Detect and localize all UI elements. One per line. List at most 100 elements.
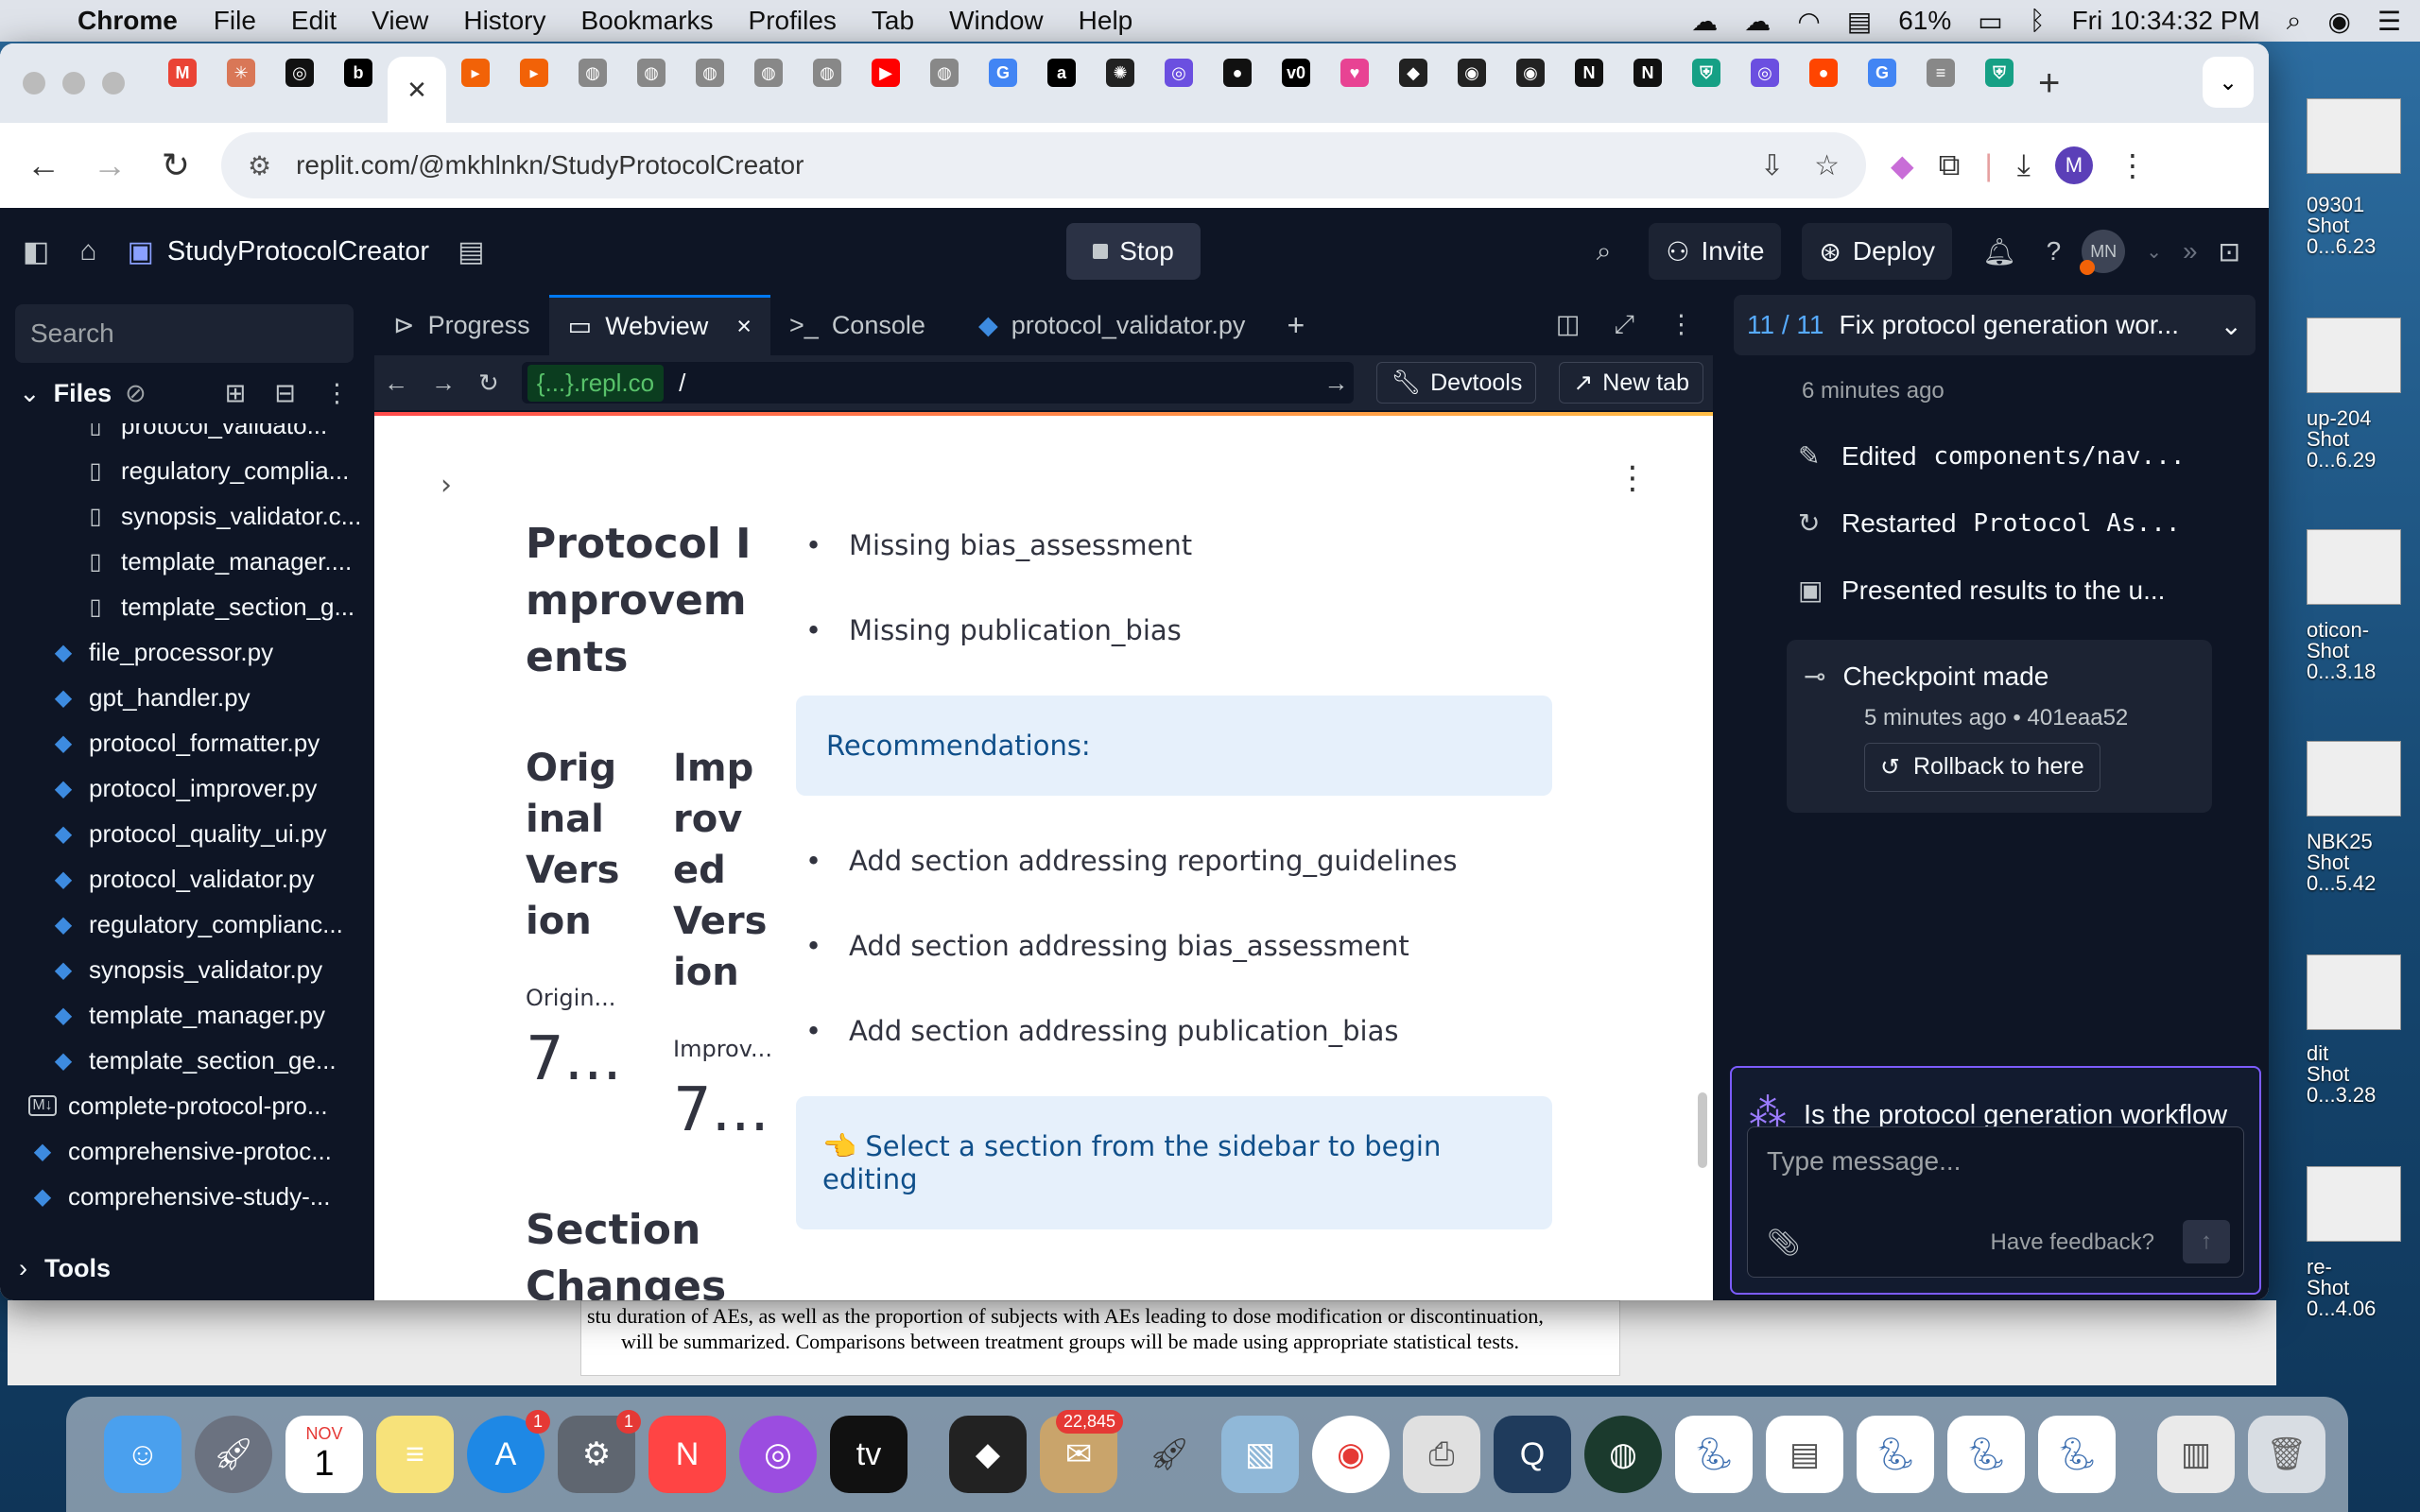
menu-view[interactable]: View	[372, 6, 428, 36]
printer-icon[interactable]: ⎙	[1403, 1416, 1480, 1493]
quicktime-icon[interactable]: Q	[1494, 1416, 1571, 1493]
new-chat-icon[interactable]: ⊡	[2219, 236, 2240, 267]
devtools-button[interactable]: 🔧︎ Devtools	[1376, 362, 1537, 404]
browser-tab[interactable]: M	[153, 43, 212, 102]
browser-tab[interactable]: ◎	[1150, 43, 1208, 102]
new-tab-button[interactable]: ↗ New tab	[1559, 362, 1703, 404]
news-icon[interactable]: N	[648, 1416, 726, 1493]
menu-help[interactable]: Help	[1079, 6, 1133, 36]
system-settings-icon[interactable]: ⚙ 1	[558, 1410, 641, 1493]
file-tree-item[interactable]: ▯ template_manager....	[0, 539, 369, 584]
browser-tab[interactable]: ▸	[446, 43, 505, 102]
file-tree-item[interactable]: ◆ protocol_improver.py	[0, 765, 369, 811]
chrome-menu-icon[interactable]: ⋮	[2118, 147, 2148, 183]
desktop-file-label[interactable]: 09301 Shot 0...6.23	[2307, 195, 2420, 257]
file-tree-item[interactable]: ◆ file_processor.py	[0, 629, 369, 675]
search-input[interactable]: Search	[15, 304, 354, 363]
webview-url-bar[interactable]: {...}.repl.co / →	[521, 362, 1355, 404]
agent-task-header[interactable]: 11 / 11 Fix protocol generation wor... ⌄	[1734, 295, 2256, 355]
desktop-file-thumbnail[interactable]	[2307, 741, 2401, 816]
maximize-icon[interactable]: ⤢	[1614, 310, 1634, 340]
python-file-dock-icon[interactable]: 🐍︎	[1947, 1416, 2025, 1493]
app-store-icon[interactable]: A1	[467, 1410, 550, 1493]
expand-panel-icon[interactable]: »	[2183, 236, 2198, 266]
file-tree-item[interactable]: M↓ complete-protocol-pro...	[0, 1083, 369, 1128]
desktop-file-label[interactable]: up-204 Shot 0...6.29	[2307, 408, 2420, 471]
url-text[interactable]: replit.com/@mkhlnkn/StudyProtocolCreator	[296, 150, 1760, 180]
file-tree-item[interactable]: ◆ protocol_formatter.py	[0, 720, 369, 765]
avatar-chevron-icon[interactable]: ⌄	[2146, 240, 2162, 264]
project-name[interactable]: StudyProtocolCreator	[167, 236, 429, 267]
attach-icon[interactable]: 📎︎	[1767, 1227, 1801, 1258]
menu-app-name[interactable]: Chrome	[78, 6, 178, 36]
help-icon[interactable]: ?	[2047, 236, 2062, 266]
browser-tab[interactable]: G	[974, 43, 1032, 102]
file-tree-item[interactable]: ▯ regulatory_complia...	[0, 448, 369, 493]
tab-protocol-validator[interactable]: ◆ protocol_validator.py	[959, 295, 1264, 355]
file-tree-item[interactable]: ◆ template_section_ge...	[0, 1038, 369, 1083]
browser-tab[interactable]: ◉	[1443, 43, 1501, 102]
webview-forward-icon[interactable]: →	[431, 369, 456, 398]
menu-history[interactable]: History	[463, 6, 545, 36]
tab-progress[interactable]: ⊳ Progress	[374, 295, 549, 355]
desktop-file-thumbnail[interactable]	[2307, 98, 2401, 174]
calendar-icon[interactable]: NOV 1	[285, 1416, 363, 1493]
agent-action-restarted[interactable]: ↻ Restarted Protocol As...	[1798, 507, 2269, 539]
app-menu-icon[interactable]: ⋮	[1616, 459, 1649, 497]
add-tab-icon[interactable]: +	[1287, 308, 1305, 343]
file-tree-item[interactable]: ▯ protocol_validato...	[0, 423, 369, 448]
file-tree-item[interactable]: ▯ template_section_g...	[0, 584, 369, 629]
new-tab-button[interactable]: +	[2038, 62, 2060, 105]
trash-icon[interactable]: 🗑︎	[2248, 1416, 2325, 1493]
close-tab-icon[interactable]: ×	[736, 312, 752, 341]
file-tree-item[interactable]: ◆ comprehensive-study-...	[0, 1174, 369, 1219]
chevron-down-icon[interactable]: ⌄	[2221, 310, 2242, 341]
search-icon[interactable]: ⌕	[1597, 236, 1612, 267]
repl-domain-tag[interactable]: {...}.repl.co	[527, 364, 665, 402]
browser-tab[interactable]: b	[329, 43, 388, 102]
home-icon[interactable]: ⌂	[79, 235, 96, 267]
mail-stamp-icon[interactable]: ✉ 22,845	[1040, 1410, 1123, 1493]
zoom-window-button[interactable]	[102, 72, 125, 94]
file-tree-item[interactable]: ◆ template_manager.py	[0, 992, 369, 1038]
desktop-file-thumbnail[interactable]	[2307, 529, 2401, 605]
webview-back-icon[interactable]: ←	[384, 369, 408, 398]
bookmark-star-icon[interactable]: ☆	[1814, 149, 1840, 182]
toggle-sidebar-icon[interactable]: ◧	[23, 235, 49, 268]
desktop-file-label[interactable]: dit Shot 0...3.28	[2307, 1043, 2420, 1106]
menu-window[interactable]: Window	[949, 6, 1044, 36]
file-tree-item[interactable]: ◆ comprehensive-protoc...	[0, 1128, 369, 1174]
desktop-file-label[interactable]: re- Shot 0...4.06	[2307, 1257, 2420, 1319]
browser-tab[interactable]: ●	[1208, 43, 1267, 102]
creative-cloud-icon[interactable]: ☁	[1691, 6, 1718, 37]
minimize-window-button[interactable]	[62, 72, 85, 94]
desktop-file-label[interactable]: NBK25 Shot 0...5.42	[2307, 832, 2420, 894]
message-input[interactable]: Type message... 📎︎ Have feedback? ↑	[1747, 1126, 2244, 1278]
new-file-icon[interactable]: ⊞	[225, 379, 247, 408]
bluetooth-icon[interactable]: ᛒ	[2030, 6, 2046, 36]
desktop-file-thumbnail[interactable]	[2307, 1166, 2401, 1242]
notes-icon[interactable]: ≡	[376, 1416, 454, 1493]
clock[interactable]: Fri 10:34:32 PM	[2072, 6, 2260, 36]
browser-tab[interactable]: ✳	[212, 43, 270, 102]
preview-icon[interactable]: ▧	[1221, 1416, 1299, 1493]
chevron-down-icon[interactable]: ⌄	[19, 379, 41, 408]
python-file-dock-icon[interactable]: 🐍︎	[1675, 1416, 1753, 1493]
install-app-icon[interactable]: ⇩	[1760, 149, 1784, 182]
split-pane-icon[interactable]: ◫	[1556, 310, 1581, 340]
battery-percent[interactable]: 61%	[1898, 6, 1951, 36]
desktop-file-thumbnail[interactable]	[2307, 954, 2401, 1030]
expand-sidebar-chevron-icon[interactable]: ›	[441, 469, 452, 502]
invite-button[interactable]: ⚇ Invite	[1649, 223, 1782, 280]
address-bar[interactable]: ⚙ replit.com/@mkhlnkn/StudyProtocolCreat…	[221, 132, 1866, 198]
browser-tab[interactable]: ◍	[563, 43, 622, 102]
browser-tab[interactable]: ◍	[915, 43, 974, 102]
deploy-button[interactable]: ⊛ Deploy	[1802, 223, 1953, 280]
browser-tab[interactable]: ▸	[505, 43, 563, 102]
downloads-stack-icon[interactable]: ▥	[2157, 1416, 2235, 1493]
copilot-extension-icon[interactable]: ◆	[1891, 147, 1914, 183]
browser-tab[interactable]: ≡	[1911, 43, 1970, 102]
file-tree-item[interactable]: ▯ synopsis_validator.c...	[0, 493, 369, 539]
browser-tab[interactable]: ◍	[681, 43, 739, 102]
new-folder-icon[interactable]: ⊟	[274, 379, 296, 408]
